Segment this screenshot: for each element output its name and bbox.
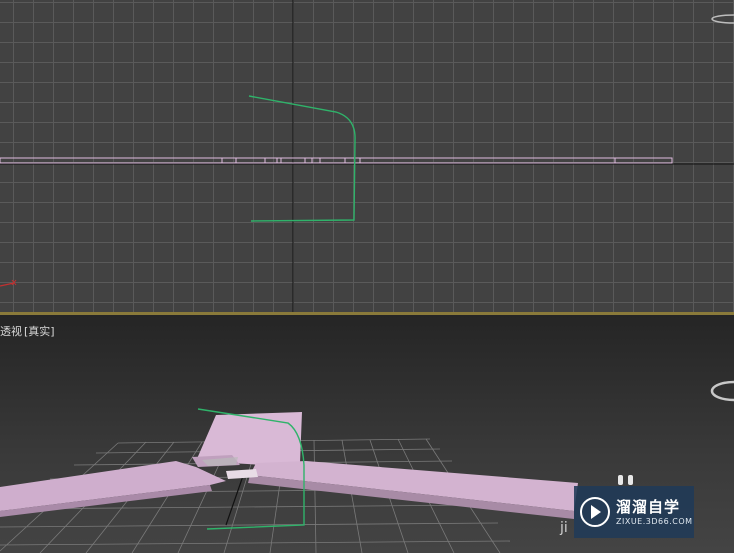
watermark-behind-text: ji	[560, 520, 568, 536]
geometry-edge-view[interactable]	[0, 157, 673, 164]
watermark: 溜溜自学 ZIXUE.3D66.COM	[574, 486, 694, 538]
axis-gizmo-icon	[0, 279, 17, 287]
watermark-title: 溜溜自学	[616, 497, 681, 516]
viewcube-icon[interactable]	[710, 380, 734, 402]
viewcube-icon[interactable]	[711, 14, 734, 24]
watermark-play-icon	[580, 497, 610, 527]
marker-icon	[618, 475, 633, 485]
viewport-label-shading[interactable]: [真实]	[24, 325, 55, 338]
watermark-url: ZIXUE.3D66.COM	[616, 516, 693, 526]
viewport-label[interactable]: 透视 [真实]	[0, 323, 57, 339]
viewport-label-mode[interactable]: 透视	[0, 325, 22, 338]
top-viewport-scene	[0, 0, 734, 312]
top-viewport[interactable]	[0, 0, 734, 312]
geometry-mesh[interactable]	[0, 412, 578, 519]
